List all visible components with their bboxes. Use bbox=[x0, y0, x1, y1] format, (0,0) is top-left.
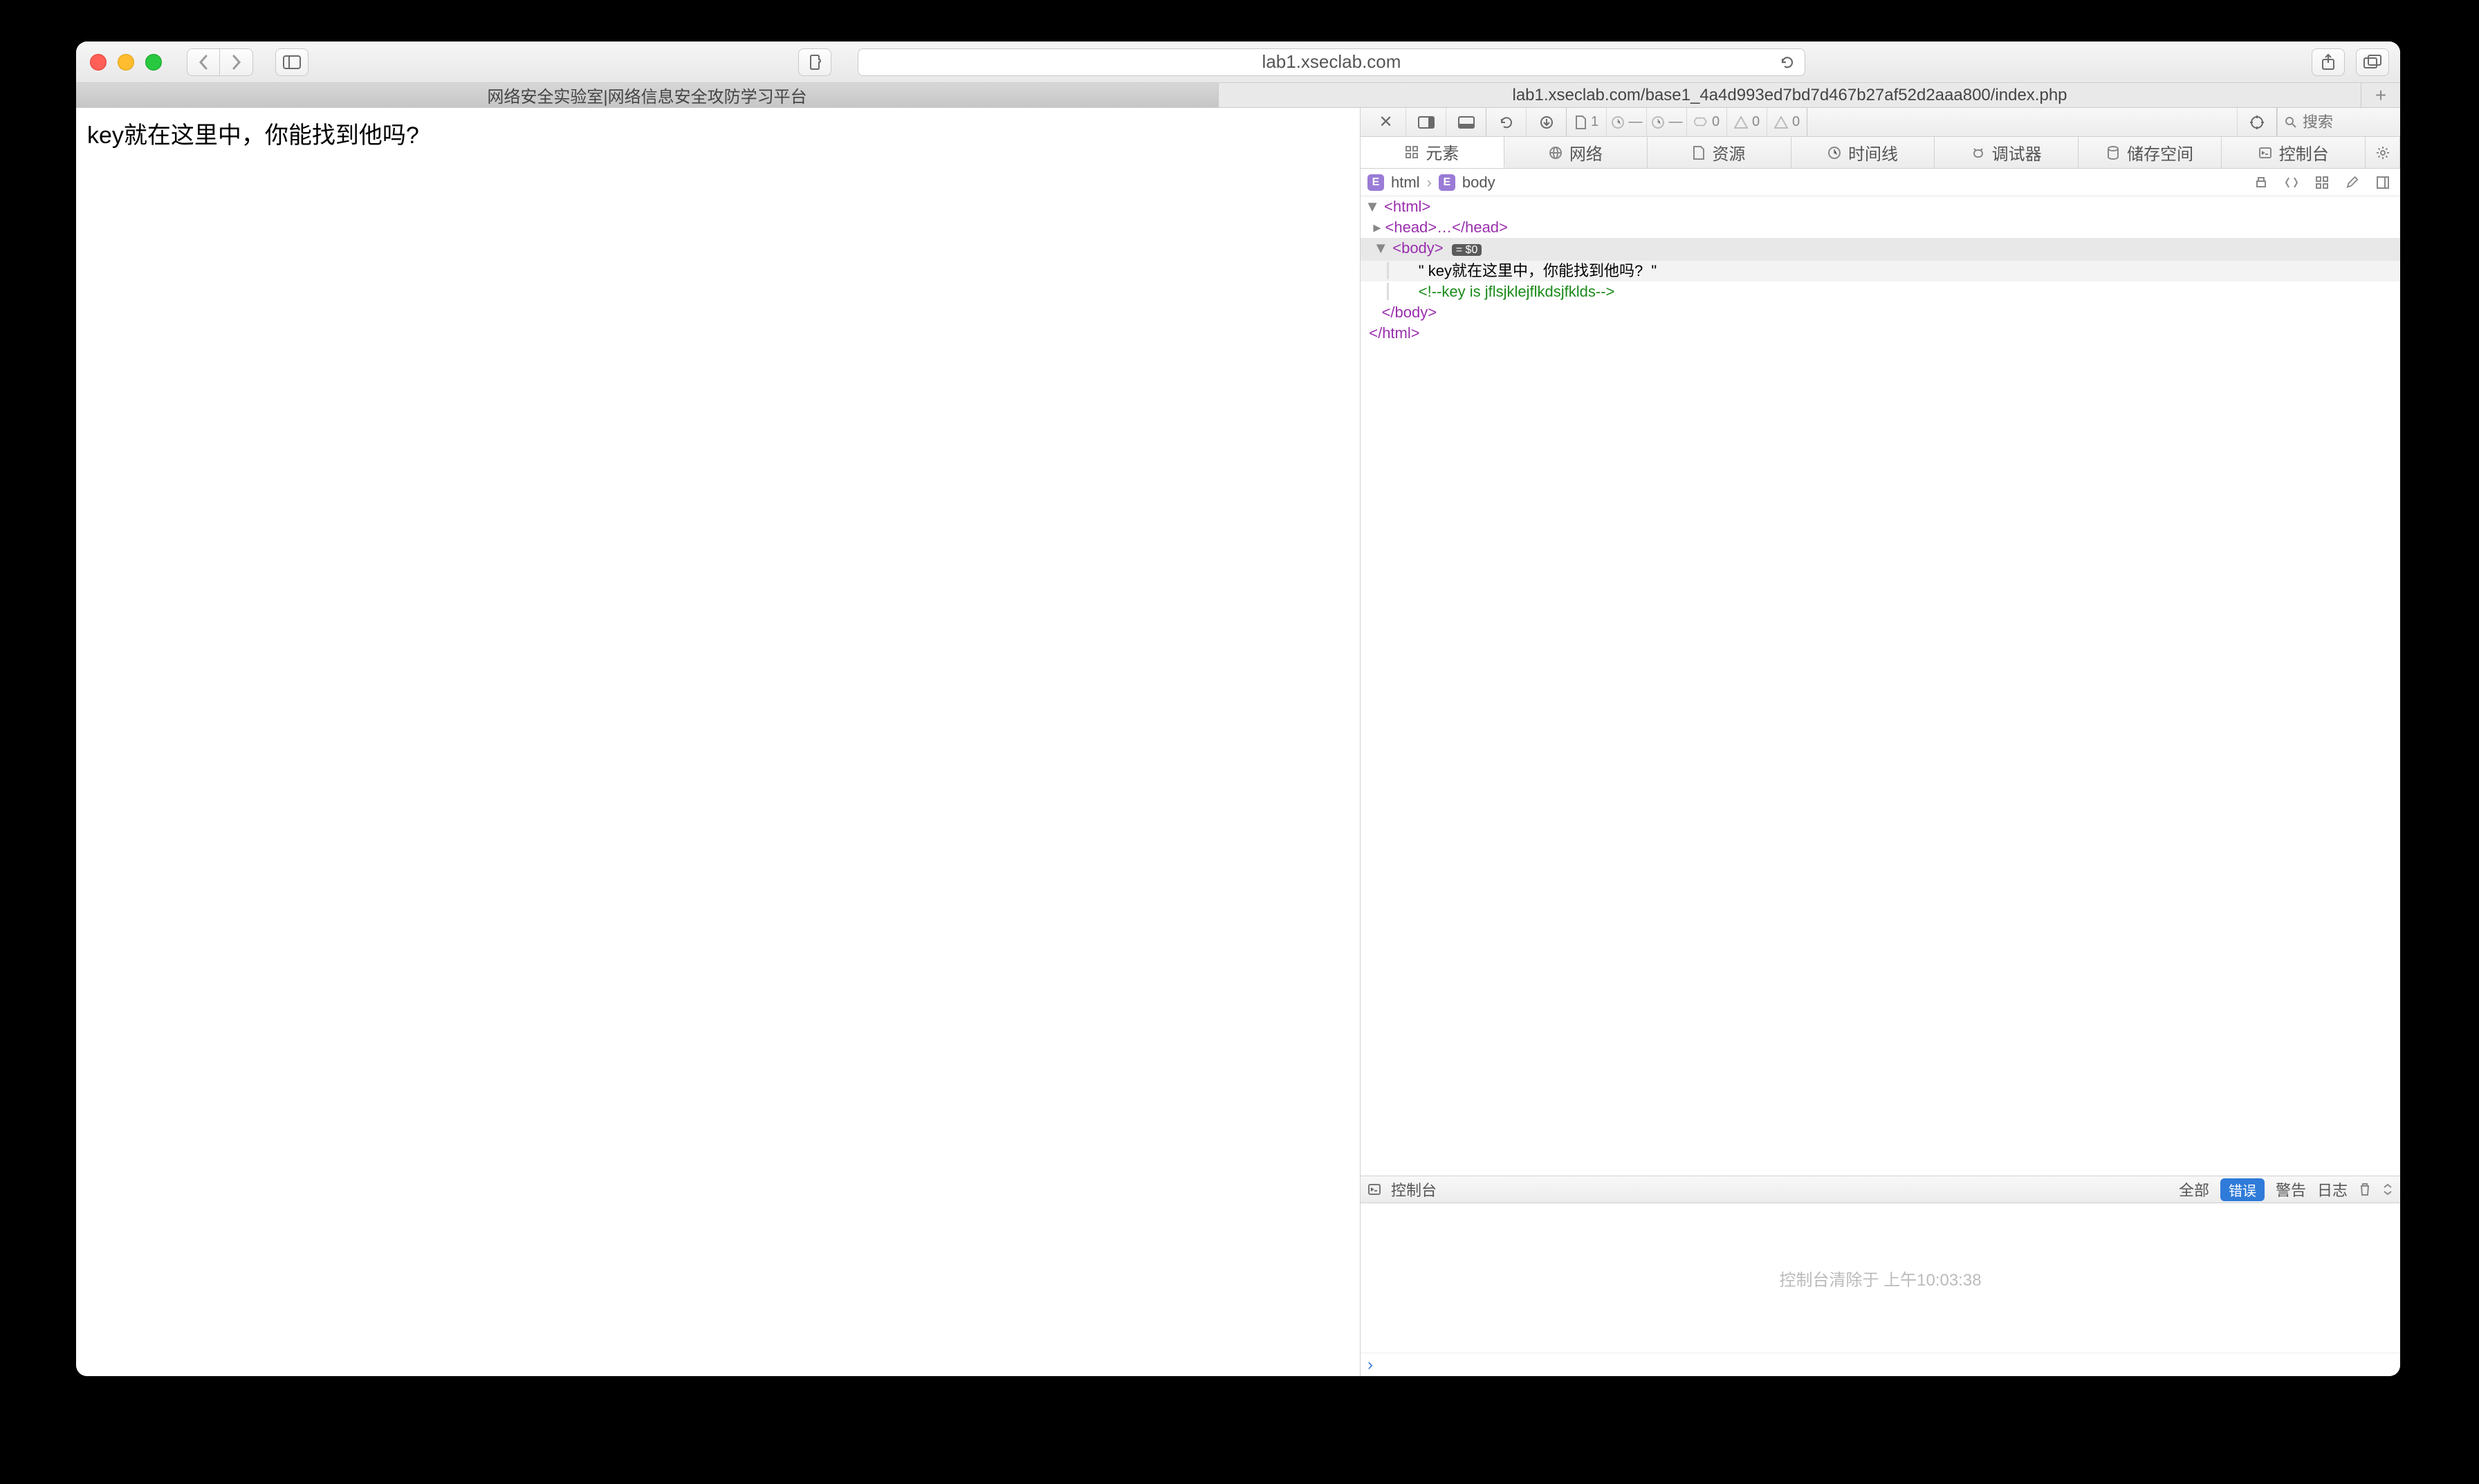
resource-counter: 1 bbox=[1567, 108, 1607, 137]
filter-logs[interactable]: 日志 bbox=[2317, 1178, 2348, 1200]
close-window-button[interactable] bbox=[90, 54, 107, 71]
rendered-page: key就在这里中，你能找到他吗? bbox=[76, 108, 1360, 1376]
search-icon bbox=[2285, 116, 2297, 129]
tab-console[interactable]: 控制台 bbox=[2222, 137, 2366, 168]
network-icon bbox=[1549, 146, 1563, 160]
tabs-overview-button[interactable] bbox=[2356, 48, 2389, 76]
search-input[interactable] bbox=[2303, 113, 2372, 131]
tab-timelines[interactable]: 时间线 bbox=[1791, 137, 1935, 168]
browser-tab-0[interactable]: 网络安全实验室|网络信息安全攻防学习平台 bbox=[76, 83, 1219, 107]
tab-storage[interactable]: 储存空间 bbox=[2079, 137, 2222, 168]
time-counter-2: — bbox=[1647, 108, 1687, 137]
forward-button[interactable] bbox=[220, 48, 253, 76]
new-tab-button[interactable]: + bbox=[2361, 83, 2400, 107]
inspector-search[interactable] bbox=[2277, 108, 2395, 137]
console-prompt[interactable]: › bbox=[1361, 1353, 2400, 1376]
web-inspector: ✕ 1 bbox=[1360, 108, 2400, 1376]
tab-label: 网络安全实验室|网络信息安全攻防学习平台 bbox=[487, 83, 807, 107]
log-counter: 0 bbox=[1767, 108, 1807, 137]
nav-buttons bbox=[187, 48, 253, 76]
chevron-right-icon: › bbox=[1427, 174, 1432, 192]
download-button[interactable] bbox=[1527, 108, 1567, 137]
safari-window: lab1.xseclab.com 网络安全实验室|网络信息安全攻防学习平台 bbox=[76, 41, 2400, 1376]
window-titlebar: lab1.xseclab.com bbox=[76, 41, 2400, 83]
console-icon bbox=[2258, 146, 2272, 160]
console-drawer-header: 控制台 全部 错误 警告 日志 bbox=[1361, 1176, 2400, 1203]
dock-bottom-button[interactable] bbox=[1446, 108, 1486, 137]
breadcrumb-html[interactable]: html bbox=[1391, 174, 1420, 192]
debugger-icon bbox=[1971, 146, 1985, 160]
tab-strip: 网络安全实验室|网络信息安全攻防学习平台 lab1.xseclab.com/ba… bbox=[76, 83, 2400, 108]
tab-network[interactable]: 网络 bbox=[1504, 137, 1648, 168]
grid-icon[interactable] bbox=[2312, 172, 2332, 193]
inspector-top-toolbar: ✕ 1 bbox=[1361, 108, 2400, 137]
gear-icon bbox=[2376, 146, 2390, 160]
console-title: 控制台 bbox=[1391, 1178, 1437, 1200]
console-cleared-message: 控制台清除于 上午10:03:38 bbox=[1361, 1203, 2400, 1353]
extension-button[interactable] bbox=[798, 48, 831, 76]
time-counter: — bbox=[1607, 108, 1647, 137]
filter-warnings[interactable]: 警告 bbox=[2276, 1178, 2306, 1200]
panel-icon[interactable] bbox=[2372, 172, 2393, 193]
address-bar[interactable]: lab1.xseclab.com bbox=[858, 48, 1805, 76]
resources-icon bbox=[1693, 146, 1705, 160]
minimize-window-button[interactable] bbox=[118, 54, 134, 71]
reload-page-button[interactable] bbox=[1486, 108, 1527, 137]
share-button[interactable] bbox=[2312, 48, 2345, 76]
brackets-icon[interactable] bbox=[2281, 172, 2302, 193]
filter-errors[interactable]: 错误 bbox=[2220, 1178, 2265, 1201]
elements-icon bbox=[1405, 145, 1419, 159]
tab-label: lab1.xseclab.com/base1_4a4d993ed7bd7d467… bbox=[1512, 86, 2067, 105]
console-drawer-icon[interactable] bbox=[1367, 1182, 1381, 1196]
collapse-console-button[interactable] bbox=[2382, 1183, 2393, 1196]
print-icon[interactable] bbox=[2251, 172, 2271, 193]
tab-debugger[interactable]: 调试器 bbox=[1935, 137, 2079, 168]
zoom-window-button[interactable] bbox=[145, 54, 162, 71]
tab-resources[interactable]: 资源 bbox=[1648, 137, 1791, 168]
breadcrumb-body[interactable]: body bbox=[1462, 174, 1495, 192]
back-button[interactable] bbox=[187, 48, 220, 76]
filter-all[interactable]: 全部 bbox=[2179, 1178, 2209, 1200]
browser-tab-1[interactable]: lab1.xseclab.com/base1_4a4d993ed7bd7d467… bbox=[1219, 83, 2361, 107]
dock-right-button[interactable] bbox=[1406, 108, 1446, 137]
inspector-tabs: 元素 网络 资源 bbox=[1361, 137, 2400, 169]
element-badge-icon: E bbox=[1439, 174, 1455, 191]
traffic-lights bbox=[90, 54, 162, 71]
console-drawer: 控制台清除于 上午10:03:38 › bbox=[1361, 1203, 2400, 1376]
page-text: key就在这里中，你能找到他吗? bbox=[87, 122, 419, 149]
clear-console-button[interactable] bbox=[2359, 1182, 2371, 1196]
url-text: lab1.xseclab.com bbox=[858, 51, 1805, 73]
error-counter: 0 bbox=[1687, 108, 1727, 137]
edit-icon[interactable] bbox=[2342, 172, 2363, 193]
storage-icon bbox=[2106, 146, 2120, 160]
element-badge-icon: E bbox=[1367, 174, 1384, 191]
dom-tree[interactable]: ▼ <html> ▸ <head>…</head> ▼ <body> = $0 … bbox=[1361, 196, 2400, 1176]
warning-counter: 0 bbox=[1727, 108, 1767, 137]
dom-breadcrumb: E html › E body bbox=[1361, 169, 2400, 196]
tab-elements[interactable]: 元素 bbox=[1361, 137, 1504, 168]
sidebar-toggle-button[interactable] bbox=[275, 48, 308, 76]
close-inspector-button[interactable]: ✕ bbox=[1366, 108, 1406, 137]
element-picker-button[interactable] bbox=[2237, 108, 2277, 137]
tab-settings[interactable] bbox=[2366, 137, 2400, 168]
clock-icon bbox=[1827, 146, 1841, 160]
